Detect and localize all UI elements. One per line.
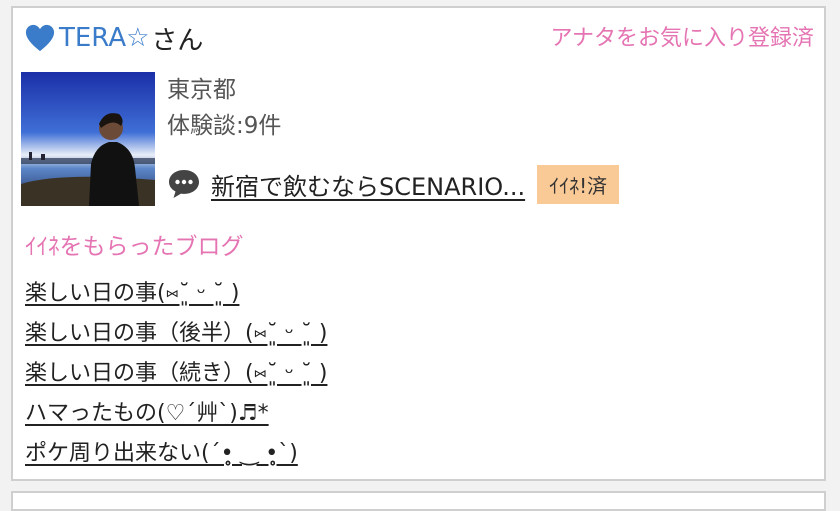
user-location: 東京都: [167, 77, 236, 103]
latest-post: 新宿で飲むならSCENARIO... ｲｲﾈ!済: [167, 164, 620, 204]
favorite-status: アナタをお気に入り登録済: [550, 26, 814, 51]
chat-bubble-icon: [169, 170, 199, 198]
blog-link[interactable]: 楽しい日の事(⑅˘͈ ᵕ ˘͈ ): [25, 281, 239, 306]
blog-link[interactable]: ハマったもの(♡´艸`)♬*: [25, 401, 269, 426]
user-honorific: さん: [151, 25, 204, 56]
experience-count: 体験談:9件: [167, 113, 282, 139]
user-name[interactable]: TERA☆: [59, 23, 149, 53]
blog-link[interactable]: 楽しい日の事（続き）(⑅˘͈ ᵕ ˘͈ ): [25, 361, 327, 386]
iine-badge[interactable]: ｲｲﾈ!済: [537, 164, 620, 204]
list-item: 楽しい日の事(⑅˘͈ ᵕ ˘͈ ): [25, 274, 327, 314]
avatar-photo: [21, 72, 155, 206]
list-item: 楽しい日の事（続き）(⑅˘͈ ᵕ ˘͈ ): [25, 354, 327, 394]
latest-post-link[interactable]: 新宿で飲むならSCENARIO...: [211, 167, 525, 202]
heart-icon: [25, 24, 55, 52]
list-item: ハマったもの(♡´艸`)♬*: [25, 394, 327, 434]
card-header: TERA☆ さん: [25, 18, 203, 58]
list-item: ポケ周り出来ない(´•̥̥̥ ‿ •̥̥̥`): [25, 434, 327, 474]
next-card-edge: [11, 491, 826, 511]
blog-link[interactable]: ポケ周り出来ない(´•̥̥̥ ‿ •̥̥̥`): [25, 441, 298, 466]
liked-blogs-heading: ｲｲﾈをもらったブログ: [25, 234, 244, 260]
user-card: TERA☆ さん アナタをお気に入り登録済 東京都 体験談:9件 新宿で飲むなら…: [11, 6, 826, 481]
liked-blog-list: 楽しい日の事(⑅˘͈ ᵕ ˘͈ ) 楽しい日の事（後半）(⑅˘͈ ᵕ ˘͈ ) …: [25, 274, 327, 474]
avatar[interactable]: [21, 72, 155, 206]
list-item: 楽しい日の事（後半）(⑅˘͈ ᵕ ˘͈ ): [25, 314, 327, 354]
user-info: 東京都 体験談:9件: [167, 72, 281, 144]
blog-link[interactable]: 楽しい日の事（後半）(⑅˘͈ ᵕ ˘͈ ): [25, 321, 327, 346]
